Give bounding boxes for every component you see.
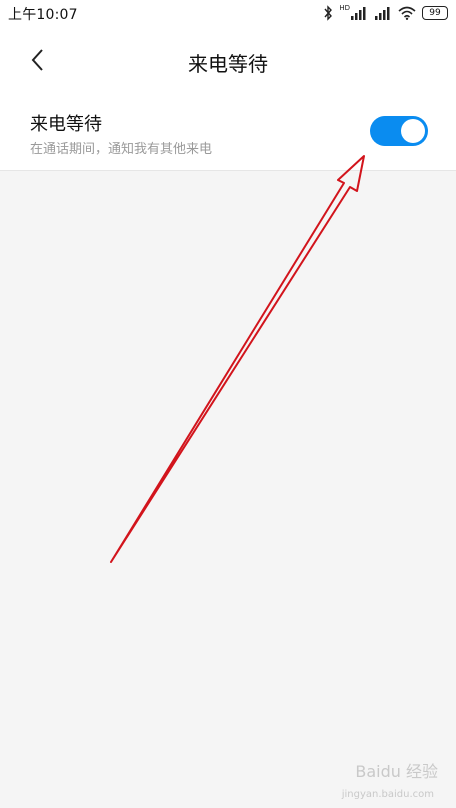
signal-icon	[351, 7, 366, 20]
status-time: 上午10:07	[8, 7, 78, 23]
setting-description: 在通话期间，通知我有其他来电	[30, 142, 213, 157]
header: 来电等待	[0, 28, 456, 92]
bluetooth-icon	[324, 5, 333, 21]
annotation-arrow-shape	[110, 155, 365, 563]
signal-icon-2	[375, 7, 390, 20]
setting-title: 来电等待	[30, 114, 102, 135]
status-icons: HD 99	[323, 4, 448, 22]
watermark-url: jingyan.baidu.com	[341, 789, 434, 800]
battery-icon: 99	[422, 6, 448, 20]
call-waiting-toggle[interactable]	[370, 116, 428, 146]
watermark-brand: Baidu 经验	[355, 762, 438, 781]
page-title: 来电等待	[188, 52, 268, 76]
wifi-icon	[398, 6, 416, 20]
hd-label: HD	[339, 4, 350, 12]
call-waiting-setting-row[interactable]: 来电等待 在通话期间，通知我有其他来电	[0, 92, 456, 171]
status-bar: 上午10:07 HD 99	[0, 0, 456, 28]
toggle-knob	[401, 119, 425, 143]
